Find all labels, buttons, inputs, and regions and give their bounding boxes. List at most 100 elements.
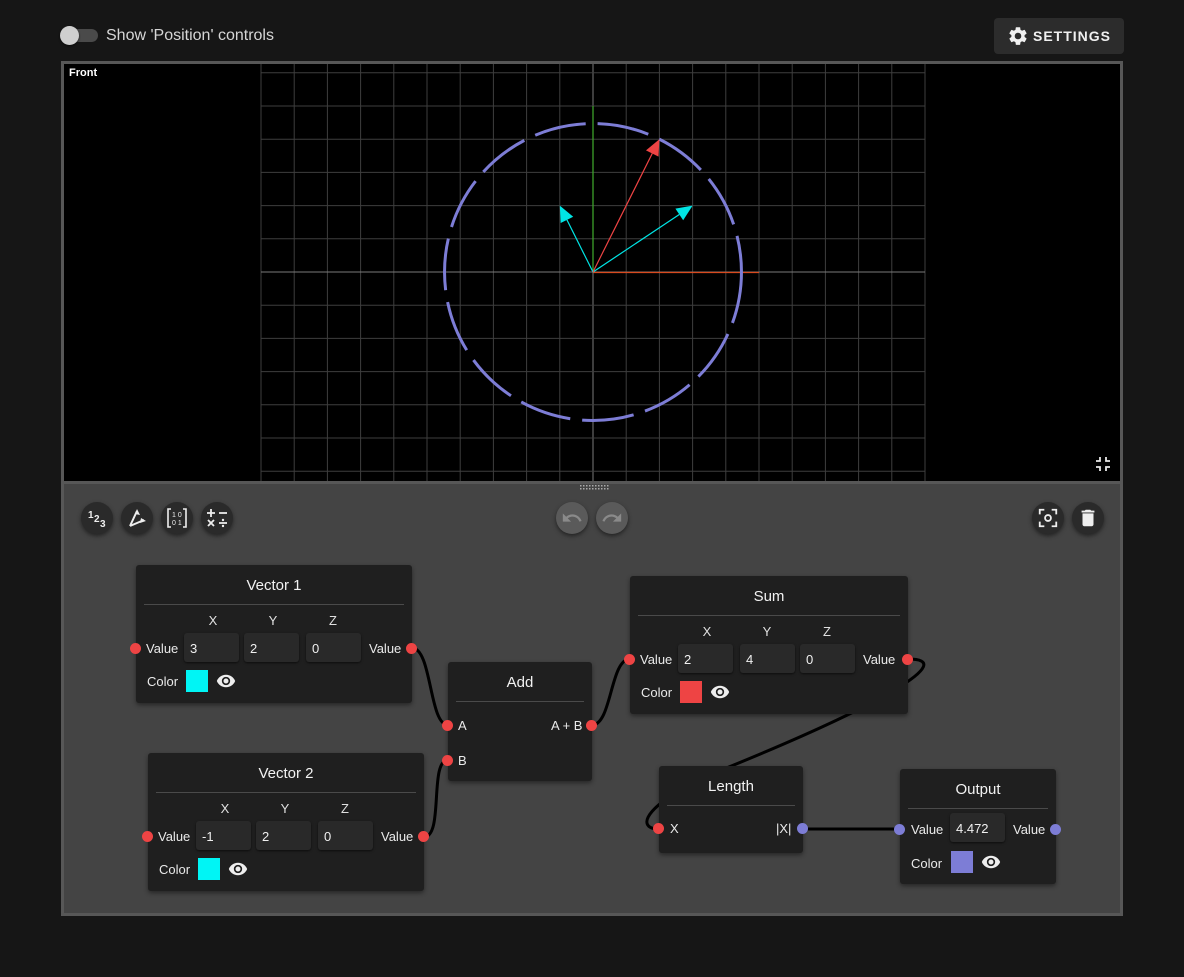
axis-label-y: Y	[762, 624, 772, 639]
output-port[interactable]	[902, 654, 913, 665]
resize-handle[interactable]	[580, 485, 610, 490]
wire-vector1-to-add-a	[411, 646, 449, 727]
node-vector-1[interactable]: Vector 1 X Y Z Value 3 2 0 Value Color	[130, 565, 417, 703]
color-swatch[interactable]	[198, 858, 220, 880]
node-sum[interactable]: Sum X Y Z Value 2 4 0 Value Color	[624, 576, 913, 714]
color-swatch[interactable]	[186, 670, 208, 692]
toggle-thumb	[60, 26, 79, 45]
input-port-a[interactable]	[442, 720, 453, 731]
redo-icon	[602, 513, 622, 522]
node-title: Sum	[638, 576, 900, 616]
input-port[interactable]	[653, 823, 664, 834]
color-swatch[interactable]	[951, 851, 973, 873]
output-port[interactable]	[797, 823, 808, 834]
output-label: |X|	[776, 821, 792, 836]
gear-icon	[1009, 27, 1027, 45]
input-port-b[interactable]	[442, 755, 453, 766]
add-vector-node-button[interactable]	[121, 502, 153, 534]
visibility-eye-icon[interactable]	[213, 671, 239, 691]
scene-canvas	[260, 64, 926, 481]
center-view-button[interactable]	[1032, 502, 1064, 534]
axis-label-x: X	[208, 613, 218, 628]
color-label: Color	[911, 856, 943, 871]
matrix-icon: 1 0 0 1	[167, 508, 187, 528]
wire-vector2-to-add-b	[423, 758, 449, 839]
vector-shaft	[566, 219, 594, 273]
output-value-field: 4.472	[950, 813, 1005, 842]
axis-label-z: Z	[329, 613, 337, 628]
color-label: Color	[147, 674, 179, 689]
output-label: Value	[863, 652, 896, 667]
axis-label-z: Z	[341, 801, 349, 816]
vector-arrow-icon	[129, 509, 146, 527]
output-port[interactable]	[418, 831, 429, 842]
view-label: Front	[69, 67, 98, 79]
output-port[interactable]	[1050, 824, 1061, 835]
focus-icon	[1038, 508, 1058, 528]
input-port[interactable]	[894, 824, 905, 835]
color-label: Color	[641, 685, 673, 700]
input-port[interactable]	[142, 831, 153, 842]
visibility-eye-icon[interactable]	[707, 682, 733, 702]
scene-viewport[interactable]: Front	[61, 61, 1123, 484]
y-value-field[interactable]: 4	[740, 644, 795, 673]
node-editor[interactable]: 1 2 3 1 0 0 1 Vector 1 X Y Z Value 3 2 0…	[61, 484, 1123, 916]
node-vector-2[interactable]: Vector 2 X Y Z Value -1 2 0 Value Color	[142, 753, 429, 891]
output-label: Value	[381, 829, 414, 844]
numbers-icon: 1 2 3	[88, 510, 106, 529]
redo-button[interactable]	[596, 502, 628, 534]
input-label: X	[670, 821, 679, 836]
add-matrix-node-button[interactable]: 1 0 0 1	[161, 502, 193, 534]
x-value-field[interactable]: 2	[678, 644, 733, 673]
node-title: Add	[456, 662, 584, 702]
input-label: Value	[911, 822, 944, 837]
svg-text:1 0: 1 0	[172, 512, 182, 519]
x-value-field[interactable]: 3	[184, 633, 239, 662]
svg-text:0 1: 0 1	[172, 520, 182, 527]
x-value-field[interactable]: -1	[196, 821, 251, 850]
node-title: Vector 2	[156, 753, 416, 793]
vector-arrowhead	[675, 205, 693, 221]
y-value-field[interactable]: 2	[244, 633, 299, 662]
node-output[interactable]: Output Value 4.472 Value Color	[894, 769, 1061, 884]
delete-button[interactable]	[1072, 502, 1104, 534]
input-port[interactable]	[130, 643, 141, 654]
add-operation-node-button[interactable]	[201, 502, 233, 534]
settings-label: SETTINGS	[1032, 28, 1111, 44]
node-title: Length	[667, 766, 795, 806]
color-swatch[interactable]	[680, 681, 702, 703]
vector-arrowhead	[645, 139, 660, 157]
z-value-field[interactable]: 0	[318, 821, 373, 850]
add-number-node-button[interactable]: 1 2 3	[81, 502, 113, 534]
input-label: Value	[640, 652, 673, 667]
trash-icon	[1081, 509, 1095, 527]
axis-label-x: X	[702, 624, 712, 639]
node-title: Output	[908, 769, 1048, 809]
input-label-b: B	[458, 753, 467, 768]
input-label: Value	[146, 641, 179, 656]
vector-shaft	[592, 153, 653, 273]
position-controls-toggle[interactable]	[60, 26, 98, 45]
collapse-icon[interactable]	[1095, 456, 1111, 472]
settings-button[interactable]: SETTINGS	[994, 18, 1124, 54]
svg-text:3: 3	[100, 519, 106, 529]
vector-arrowhead	[559, 205, 574, 224]
input-port[interactable]	[624, 654, 635, 665]
node-add[interactable]: Add A B A + B	[442, 662, 597, 781]
output-label: Value	[369, 641, 402, 656]
z-value-field[interactable]: 0	[306, 633, 361, 662]
node-length[interactable]: Length X |X|	[653, 766, 808, 853]
output-port[interactable]	[406, 643, 417, 654]
undo-button[interactable]	[556, 502, 588, 534]
vector-shaft	[592, 213, 680, 273]
visibility-eye-icon[interactable]	[225, 859, 251, 879]
color-label: Color	[159, 862, 191, 877]
y-value-field[interactable]: 2	[256, 821, 311, 850]
axis-label-y: Y	[280, 801, 290, 816]
output-port[interactable]	[586, 720, 597, 731]
visibility-eye-icon[interactable]	[978, 852, 1004, 872]
z-value-field[interactable]: 0	[800, 644, 855, 673]
input-label-a: A	[458, 718, 467, 733]
axis-label-y: Y	[268, 613, 278, 628]
output-label: A + B	[551, 718, 583, 733]
